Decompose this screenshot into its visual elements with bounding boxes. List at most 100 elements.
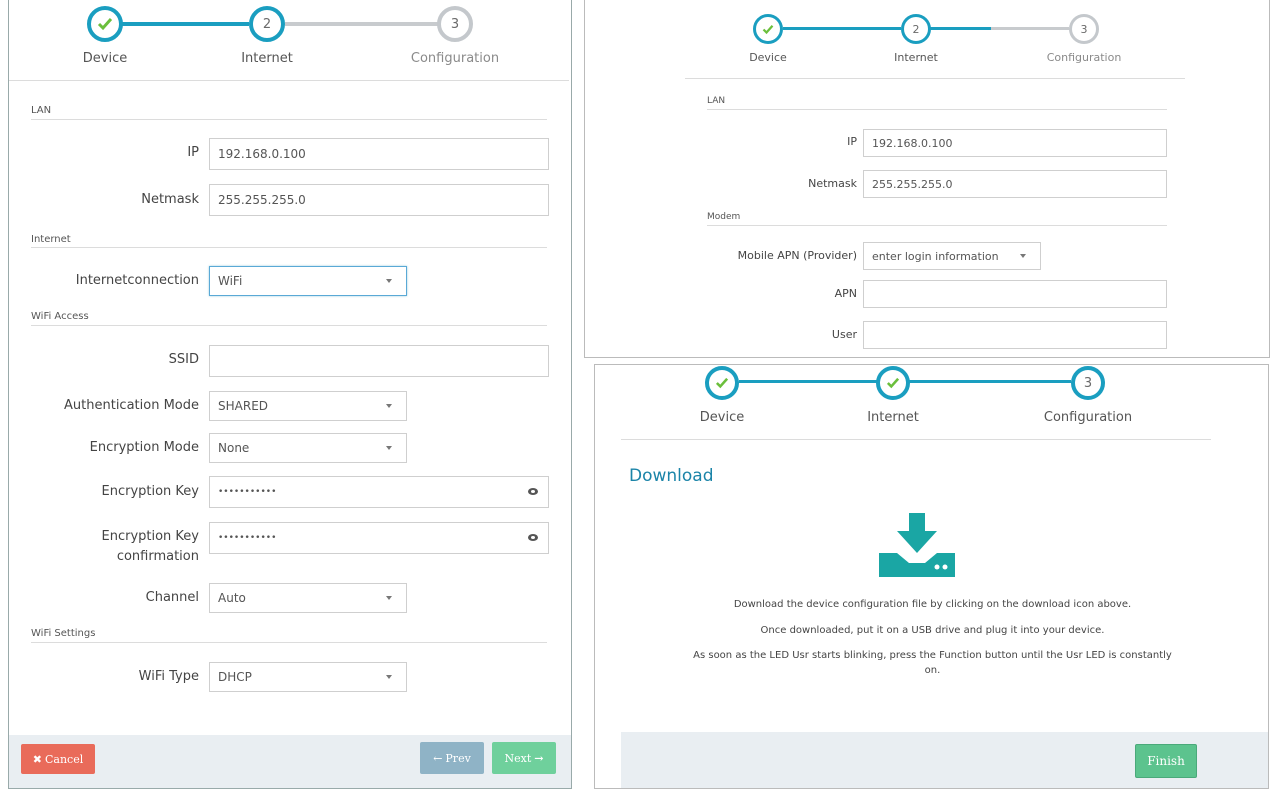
ip-input[interactable]: 192.168.0.100 bbox=[209, 138, 549, 170]
checkmark-icon bbox=[97, 18, 113, 31]
channel-label: Channel bbox=[145, 590, 199, 605]
step-3-circle: 3 bbox=[437, 6, 473, 42]
divider bbox=[31, 247, 547, 248]
chevron-down-icon bbox=[386, 446, 392, 450]
download-icon[interactable] bbox=[879, 513, 955, 579]
ip-input[interactable]: 192.168.0.100 bbox=[863, 129, 1167, 157]
chevron-down-icon bbox=[386, 404, 392, 408]
chevron-down-icon bbox=[386, 675, 392, 679]
encryption-mode-select[interactable]: None bbox=[209, 433, 407, 463]
step-connector bbox=[783, 27, 901, 30]
ip-label: IP bbox=[187, 145, 199, 160]
step-label-configuration: Configuration bbox=[1046, 51, 1122, 64]
wizard-internet-wifi-panel: 2 3 Device Internet Configuration LAN IP… bbox=[8, 0, 572, 789]
step-connector bbox=[991, 27, 1069, 30]
instruction-line: Download the device configuration file b… bbox=[733, 599, 1132, 610]
wifi-type-label: WiFi Type bbox=[138, 669, 199, 684]
step-label-configuration: Configuration bbox=[410, 51, 500, 66]
authentication-mode-label: Authentication Mode bbox=[64, 398, 199, 413]
instruction-line: Once downloaded, put it on a USB drive a… bbox=[760, 625, 1105, 636]
wizard-configuration-panel: 3 Device Internet Configuration Download… bbox=[594, 364, 1269, 789]
apn-label: APN bbox=[834, 287, 857, 300]
step-2-circle: 2 bbox=[249, 6, 285, 42]
divider bbox=[31, 642, 547, 643]
wifi-type-select[interactable]: DHCP bbox=[209, 662, 407, 692]
step-number: 2 bbox=[262, 16, 272, 32]
section-lan: LAN bbox=[707, 96, 726, 106]
step-1-complete-circle bbox=[705, 366, 739, 400]
select-value: DHCP bbox=[218, 670, 252, 684]
encryption-mode-label: Encryption Mode bbox=[89, 440, 199, 455]
netmask-input[interactable]: 255.255.255.0 bbox=[863, 170, 1167, 198]
internetconnection-select[interactable]: WiFi bbox=[209, 266, 407, 296]
chevron-down-icon bbox=[386, 279, 392, 283]
next-label: Next bbox=[504, 751, 532, 765]
chevron-down-icon bbox=[386, 596, 392, 600]
step-connector bbox=[285, 22, 439, 26]
cancel-button[interactable]: ✖ Cancel bbox=[21, 744, 95, 774]
ip-label: IP bbox=[847, 135, 857, 148]
ssid-input[interactable] bbox=[209, 345, 549, 377]
step-label-configuration: Configuration bbox=[1043, 410, 1133, 425]
step-connector bbox=[121, 22, 249, 26]
user-input[interactable] bbox=[863, 321, 1167, 349]
encryption-key-label: Encryption Key bbox=[101, 484, 200, 499]
mobile-apn-label: Mobile APN (Provider) bbox=[737, 249, 857, 262]
mobile-apn-select[interactable]: enter login information bbox=[863, 242, 1041, 270]
netmask-input[interactable]: 255.255.255.0 bbox=[209, 184, 549, 216]
select-value: Auto bbox=[218, 591, 246, 605]
encryption-key-confirmation-label: Encryption Key confirmation bbox=[101, 529, 200, 564]
prev-button[interactable]: ← Prev bbox=[420, 742, 484, 774]
eye-icon[interactable] bbox=[528, 534, 538, 541]
next-button[interactable]: Next → bbox=[492, 742, 556, 774]
checkmark-icon bbox=[762, 24, 774, 34]
step-number: 3 bbox=[450, 16, 460, 32]
step-connector bbox=[909, 380, 1071, 383]
divider bbox=[707, 225, 1167, 226]
divider bbox=[621, 439, 1211, 440]
chevron-down-icon bbox=[1020, 254, 1026, 258]
step-number: 3 bbox=[1080, 22, 1088, 36]
step-1-complete-circle bbox=[753, 14, 783, 44]
netmask-label: Netmask bbox=[141, 192, 199, 207]
divider bbox=[685, 78, 1185, 79]
password-value: ••••••••••• bbox=[218, 487, 277, 497]
step-2-complete-circle bbox=[876, 366, 910, 400]
select-value: SHARED bbox=[218, 399, 269, 413]
section-wifi-access: WiFi Access bbox=[31, 311, 89, 322]
encryption-key-confirmation-input[interactable]: ••••••••••• bbox=[209, 522, 549, 554]
finish-button[interactable]: Finish bbox=[1135, 744, 1197, 778]
section-wifi-settings: WiFi Settings bbox=[31, 628, 96, 639]
arrow-right-icon: → bbox=[534, 751, 544, 765]
authentication-mode-select[interactable]: SHARED bbox=[209, 391, 407, 421]
step-label-internet: Internet bbox=[894, 51, 938, 64]
step-number: 3 bbox=[1083, 375, 1093, 391]
netmask-label: Netmask bbox=[808, 177, 857, 190]
checkmark-icon bbox=[715, 377, 729, 389]
step-3-circle: 3 bbox=[1069, 14, 1099, 44]
step-3-circle: 3 bbox=[1071, 366, 1105, 400]
apn-input[interactable] bbox=[863, 280, 1167, 308]
divider bbox=[31, 119, 547, 120]
step-label-device: Device bbox=[82, 51, 128, 66]
close-icon: ✖ bbox=[32, 752, 42, 766]
prev-label: Prev bbox=[445, 751, 471, 765]
section-internet: Internet bbox=[31, 234, 71, 245]
channel-select[interactable]: Auto bbox=[209, 583, 407, 613]
step-label-device: Device bbox=[699, 410, 745, 425]
divider bbox=[707, 109, 1167, 110]
checkmark-icon bbox=[886, 377, 900, 389]
step-number: 2 bbox=[912, 22, 920, 36]
step-label-device: Device bbox=[749, 51, 787, 64]
user-label: User bbox=[831, 328, 857, 341]
ssid-label: SSID bbox=[168, 352, 199, 367]
encryption-key-input[interactable]: ••••••••••• bbox=[209, 476, 549, 508]
wizard-footer: Finish bbox=[621, 732, 1268, 788]
section-lan: LAN bbox=[31, 105, 52, 116]
step-2-circle: 2 bbox=[901, 14, 931, 44]
eye-icon[interactable] bbox=[528, 488, 538, 495]
step-connector bbox=[929, 27, 991, 30]
step-connector bbox=[739, 380, 879, 383]
section-modem: Modem bbox=[707, 212, 741, 222]
arrow-left-icon: ← bbox=[433, 751, 443, 765]
